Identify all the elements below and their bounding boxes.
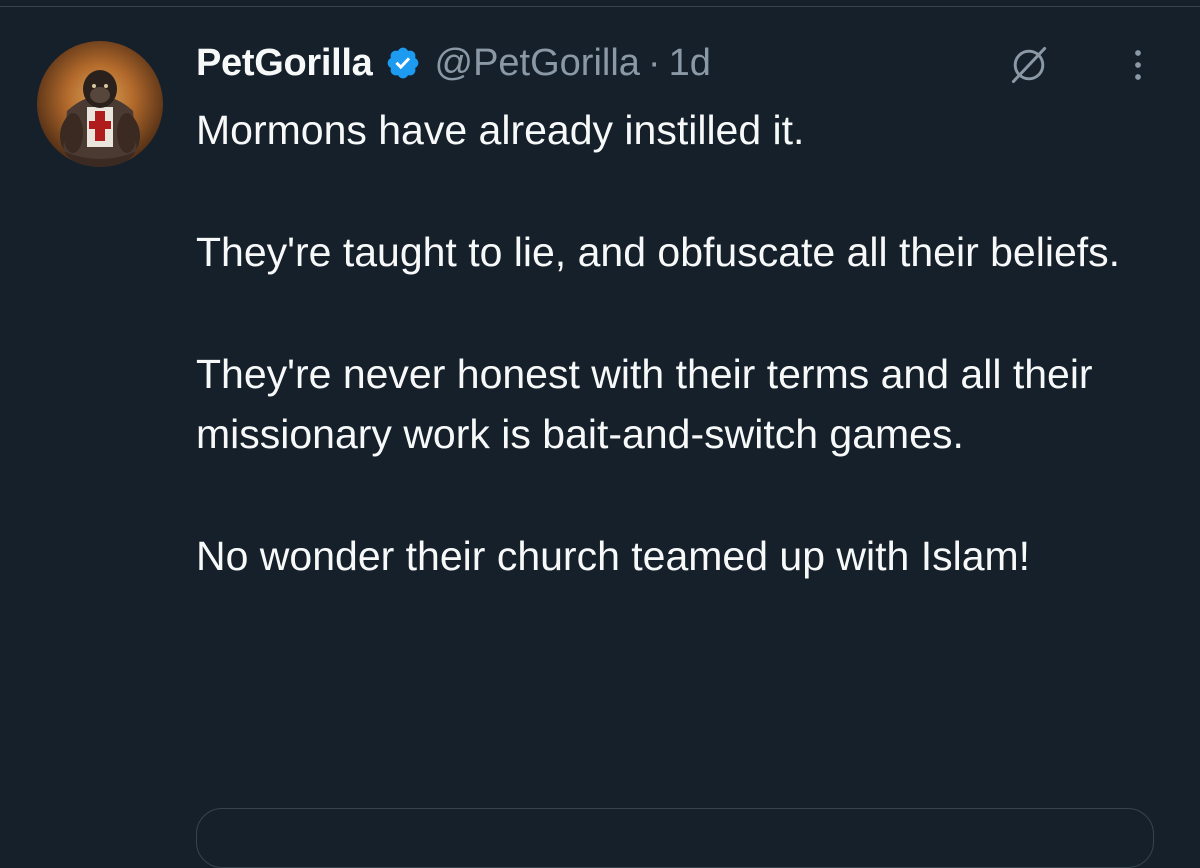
more-options-icon bbox=[1135, 50, 1141, 80]
tweet-header: PetGorilla @PetGorilla · 1d bbox=[196, 38, 711, 88]
tweet-paragraph-4: No wonder their church teamed up with Is… bbox=[196, 533, 1031, 579]
tweet-text: Mormons have already instilled it. They'… bbox=[196, 100, 1176, 586]
avatar[interactable] bbox=[37, 41, 163, 167]
display-name[interactable]: PetGorilla bbox=[196, 42, 373, 85]
tweet-paragraph-3: They're never honest with their terms an… bbox=[196, 351, 1093, 457]
tweet: PetGorilla @PetGorilla · 1d Mormons have… bbox=[0, 0, 1200, 868]
gorilla-avatar-image bbox=[60, 70, 140, 167]
grok-icon bbox=[1011, 46, 1047, 84]
user-handle[interactable]: @PetGorilla bbox=[435, 42, 640, 85]
tweet-paragraph-1: Mormons have already instilled it. bbox=[196, 107, 805, 153]
timestamp[interactable]: 1d bbox=[669, 42, 711, 85]
separator-dot: · bbox=[647, 41, 661, 84]
more-options-button[interactable] bbox=[1118, 40, 1158, 90]
verified-badge-icon[interactable] bbox=[385, 45, 421, 81]
quoted-post-card[interactable] bbox=[196, 808, 1154, 868]
tweet-paragraph-2: They're taught to lie, and obfuscate all… bbox=[196, 229, 1121, 275]
grok-button[interactable] bbox=[1004, 40, 1054, 90]
